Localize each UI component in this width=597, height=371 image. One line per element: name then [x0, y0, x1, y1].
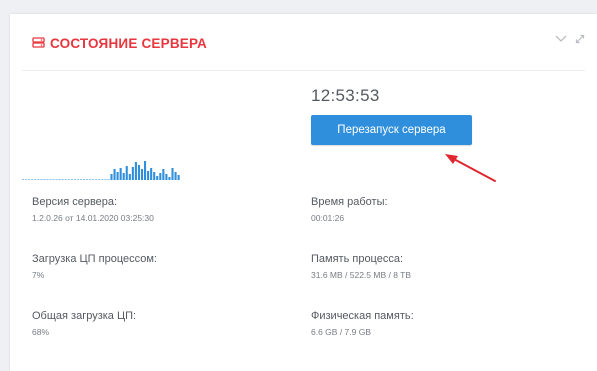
- cpu-sparkline-bar: [70, 179, 73, 180]
- expand-icon[interactable]: [575, 34, 585, 44]
- cpu-sparkline-bar: [98, 179, 101, 180]
- process-memory-stat: Память процесса: 31.6 MB / 522.5 MB / 8 …: [311, 253, 411, 280]
- cpu-sparkline-bar: [76, 179, 79, 180]
- process-cpu-label: Загрузка ЦП процессом:: [32, 253, 157, 265]
- panel-title: СОСТОЯНИЕ СЕРВЕРА: [32, 36, 207, 51]
- cpu-sparkline-bar: [144, 161, 147, 180]
- cpu-sparkline-bar: [174, 172, 177, 180]
- cpu-sparkline-bar: [58, 179, 61, 180]
- cpu-sparkline-bar: [28, 179, 31, 180]
- cpu-sparkline-bar: [113, 169, 116, 180]
- server-icon: [32, 36, 50, 51]
- cpu-sparkline-bar: [107, 179, 110, 180]
- cpu-sparkline-bar: [159, 173, 162, 180]
- cpu-sparkline-bar: [156, 176, 159, 180]
- panel-title-text: СОСТОЯНИЕ СЕРВЕРА: [50, 36, 207, 51]
- server-version-value: 1.2.0.26 от 14.01.2020 03:25:30: [32, 213, 154, 223]
- cpu-sparkline-bar: [128, 174, 131, 180]
- cpu-sparkline-bar: [104, 179, 107, 180]
- uptime-stat: Время работы: 00:01:26: [311, 196, 388, 223]
- cpu-sparkline-bar: [177, 175, 180, 180]
- cpu-sparkline-bar: [165, 174, 168, 180]
- cpu-sparkline-bar: [125, 166, 128, 180]
- uptime-label: Время работы:: [311, 196, 388, 208]
- server-clock: 12:53:53: [311, 86, 380, 105]
- cpu-sparkline-bar: [73, 179, 76, 180]
- total-cpu-label: Общая загрузка ЦП:: [32, 310, 137, 322]
- total-cpu-stat: Общая загрузка ЦП: 68%: [32, 310, 136, 337]
- cpu-sparkline-bar: [171, 168, 174, 180]
- cpu-sparkline-bar: [52, 179, 55, 180]
- cpu-load-sparkline: [22, 161, 180, 180]
- process-cpu-stat: Загрузка ЦП процессом: 7%: [32, 253, 157, 280]
- cpu-sparkline-bar: [34, 179, 37, 180]
- cpu-sparkline-bar: [46, 179, 49, 180]
- cpu-sparkline-bar: [131, 167, 134, 180]
- cpu-sparkline-bar: [43, 179, 46, 180]
- cpu-sparkline-bar: [101, 179, 104, 180]
- panel-tools: [555, 34, 585, 44]
- cpu-sparkline-bar: [67, 179, 70, 180]
- physical-memory-value: 6.6 GB / 7.9 GB: [311, 327, 372, 337]
- cpu-sparkline-bar: [31, 179, 34, 180]
- cpu-sparkline-bar: [134, 162, 137, 180]
- cpu-sparkline-bar: [49, 179, 52, 180]
- cpu-sparkline-bar: [147, 171, 150, 180]
- cpu-sparkline-bar: [92, 179, 95, 180]
- cpu-sparkline-bar: [119, 168, 122, 180]
- server-version-label: Версия сервера:: [32, 196, 118, 208]
- physical-memory-stat: Физическая память: 6.6 GB / 7.9 GB: [311, 310, 414, 337]
- cpu-sparkline-bar: [79, 179, 83, 180]
- cpu-sparkline-bar: [140, 169, 144, 180]
- cpu-sparkline-bar: [95, 179, 98, 180]
- panel-header: СОСТОЯНИЕ СЕРВЕРА: [10, 14, 597, 70]
- physical-memory-label: Физическая память:: [311, 310, 414, 322]
- total-cpu-value: 68%: [32, 327, 50, 337]
- cpu-sparkline-bar: [168, 177, 171, 180]
- cpu-sparkline-bar: [150, 168, 153, 180]
- process-memory-value: 31.6 MB / 522.5 MB / 8 TB: [311, 270, 412, 280]
- uptime-value: 00:01:26: [311, 213, 345, 223]
- header-divider: [22, 70, 585, 71]
- cpu-sparkline-bar: [122, 173, 125, 180]
- cpu-sparkline-bar: [64, 179, 67, 180]
- server-version-stat: Версия сервера: 1.2.0.26 от 14.01.2020 0…: [32, 196, 154, 223]
- cpu-sparkline-bar: [40, 179, 43, 180]
- cpu-sparkline-bar: [137, 165, 140, 180]
- cpu-sparkline-bar: [89, 179, 92, 180]
- cpu-sparkline-bar: [55, 179, 58, 180]
- cpu-sparkline-bar: [22, 179, 25, 180]
- cpu-sparkline-bar: [162, 169, 165, 180]
- cpu-sparkline-bar: [153, 172, 156, 180]
- cpu-sparkline-bar: [83, 179, 86, 180]
- cpu-sparkline-bar: [37, 179, 40, 180]
- cpu-sparkline-bar: [25, 179, 28, 180]
- chevron-down-icon[interactable]: [555, 35, 567, 43]
- restart-server-button[interactable]: Перезапуск сервера: [311, 115, 472, 145]
- process-cpu-value: 7%: [32, 270, 45, 280]
- process-memory-label: Память процесса:: [311, 253, 404, 265]
- cpu-sparkline-bar: [116, 172, 119, 180]
- cpu-sparkline-bar: [86, 179, 89, 180]
- cpu-sparkline-bar: [110, 174, 113, 180]
- cpu-sparkline-bar: [61, 179, 64, 180]
